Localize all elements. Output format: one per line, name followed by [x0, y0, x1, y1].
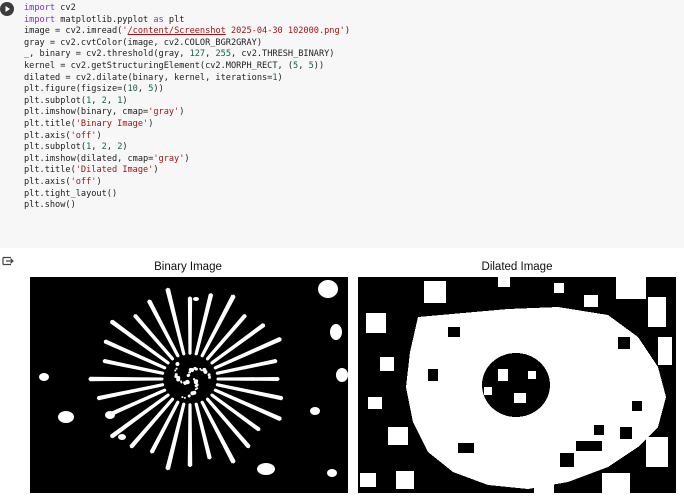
play-icon — [5, 6, 10, 12]
code-token: , — [106, 142, 118, 153]
code-token: 255 — [215, 49, 231, 60]
code-token: plt.tight_layout() — [24, 188, 118, 199]
code-token: image = cv2.imread( — [24, 26, 123, 37]
code-token: , — [205, 49, 216, 60]
code-token: ) — [179, 107, 185, 118]
code-token: , — [137, 84, 149, 95]
code-token: cv2 — [55, 3, 76, 13]
binary-image-title: Binary Image — [154, 261, 222, 273]
code-token: import — [24, 14, 56, 25]
code-token: )) — [313, 60, 325, 71]
code-line: plt.figure(figsize=(10, 5)) — [24, 84, 350, 96]
code-line: gray = cv2.cvtColor(image, cv2.COLOR_BGR… — [24, 38, 350, 50]
code-token: kernel = cv2.getStructuringElement(cv2.M… — [24, 60, 294, 71]
code-token: import — [24, 3, 56, 13]
code-token: , cv2.THRESH_BINARY) — [231, 49, 335, 60]
code-line: plt.title('Binary Image') — [24, 119, 350, 131]
code-token: 2025-04-30 102000.png' — [225, 26, 345, 37]
code-cell[interactable]: import cv2 import matplotlib.pyplot as pl… — [0, 0, 684, 248]
code-token: dilated = cv2.dilate(binary, kernel, ite… — [24, 72, 273, 83]
code-line: kernel = cv2.getStructuringElement(cv2.M… — [24, 61, 350, 73]
code-token: )) — [153, 84, 164, 95]
code-token: 'off' — [70, 176, 97, 187]
code-line: plt.axis('off') — [24, 177, 350, 189]
code-token: ) — [344, 26, 350, 37]
code-line: plt.tight_layout() — [24, 189, 350, 201]
code-token: plt.axis( — [24, 130, 71, 141]
code-token: 'off' — [70, 130, 97, 141]
code-token: ) — [148, 118, 154, 129]
code-line: _, binary = cv2.threshold(gray, 127, 255… — [24, 49, 350, 61]
code-token: , — [298, 60, 309, 71]
code-line: plt.axis('off') — [24, 131, 350, 143]
code-line: plt.imshow(binary, cmap='gray') — [24, 107, 350, 119]
code-token: matplotlib.pyplot — [55, 14, 154, 25]
binary-image — [30, 277, 348, 493]
code-token: plt.title( — [24, 118, 76, 129]
dilated-image-graphic — [358, 277, 676, 493]
code-token: gray = cv2.cvtColor(image, cv2.COLOR_BGR… — [24, 37, 262, 48]
code-token: ) — [184, 153, 190, 164]
code-line: import matplotlib.pyplot as plt — [24, 15, 350, 27]
code-token: 127 — [189, 49, 206, 60]
code-line: plt.show() — [24, 200, 350, 212]
code-token: , — [91, 95, 102, 106]
code-token: , — [106, 95, 118, 106]
code-token: plt — [163, 14, 185, 25]
binary-image-graphic — [30, 277, 348, 493]
code-token: 10 — [127, 84, 138, 95]
code-line: dilated = cv2.dilate(binary, kernel, ite… — [24, 73, 350, 85]
output-toggle-icon — [2, 256, 14, 266]
output-toggle-button[interactable] — [1, 254, 15, 268]
code-line: plt.subplot(1, 2, 2) — [24, 142, 350, 154]
code-line: import cv2 — [24, 3, 350, 15]
dilated-image — [358, 277, 676, 493]
code-token: ) — [122, 142, 128, 153]
code-token: 'gray' — [153, 153, 185, 164]
code-token: _, binary = cv2.threshold(gray, — [24, 49, 190, 60]
code-token: , — [91, 142, 102, 153]
code-token: plt.subplot( — [24, 95, 87, 106]
code-token: as — [153, 14, 164, 25]
code-token: plt.show() — [24, 200, 76, 211]
code-token: 'Binary Image' — [75, 118, 149, 129]
code-token: plt.axis( — [24, 176, 71, 187]
code-line: plt.subplot(1, 2, 1) — [24, 96, 350, 108]
code-token: plt.imshow(binary, cmap= — [24, 107, 149, 118]
code-token: ) — [277, 72, 283, 83]
code-editor[interactable]: import cv2 import matplotlib.pyplot as pl… — [24, 3, 350, 212]
code-line: image = cv2.imread('/content/Screenshot … — [24, 26, 350, 38]
run-cell-button[interactable] — [0, 2, 14, 16]
code-line: plt.title('Dilated Image') — [24, 165, 350, 177]
code-token: ) — [96, 176, 102, 187]
code-token: plt.imshow(dilated, cmap= — [24, 153, 154, 164]
code-token: ) — [122, 95, 128, 106]
code-token: 'gray' — [148, 107, 180, 118]
code-line: plt.imshow(dilated, cmap='gray') — [24, 154, 350, 166]
code-token: ) — [96, 130, 102, 141]
code-token: 'Dilated Image' — [75, 165, 154, 176]
code-token: ) — [153, 165, 159, 176]
code-token: plt.title( — [24, 165, 76, 176]
code-token: plt.subplot( — [24, 142, 87, 153]
code-token: /content/Screenshot — [127, 26, 226, 37]
dilated-image-title: Dilated Image — [481, 261, 553, 273]
code-token: plt.figure(figsize=( — [24, 84, 128, 95]
